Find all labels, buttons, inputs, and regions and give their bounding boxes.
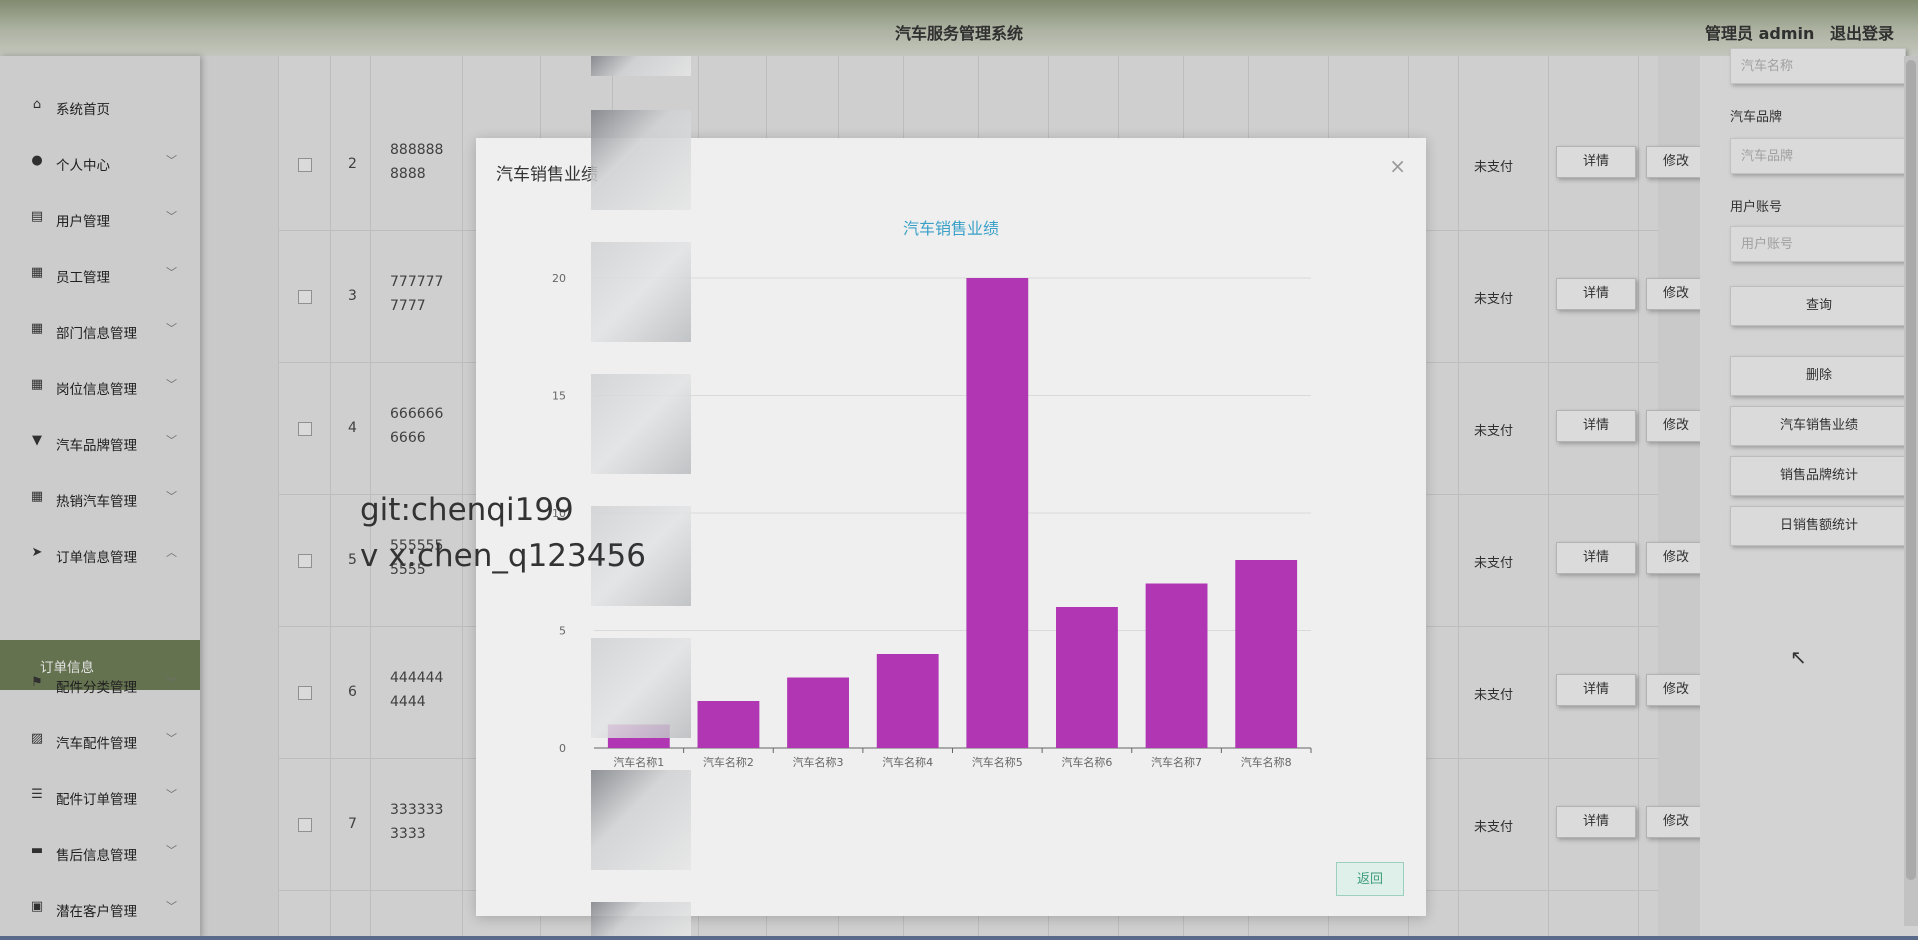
x-tick-label: 汽车名称5 — [972, 755, 1023, 769]
x-tick-label: 汽车名称3 — [793, 755, 844, 769]
car-thumbnail — [591, 374, 691, 474]
car-thumbnail — [591, 110, 691, 210]
close-icon[interactable]: × — [1389, 154, 1406, 178]
bar-2 — [697, 701, 760, 748]
watermark-line2: v x:chen_q123456 — [360, 538, 646, 574]
mouse-cursor-icon: ↖ — [1790, 645, 1807, 669]
y-tick-label: 5 — [559, 625, 566, 638]
dialog-title: 汽车销售业绩 — [496, 165, 598, 185]
bar-3 — [787, 677, 849, 748]
bar-5 — [966, 278, 1029, 748]
y-tick-label: 0 — [559, 742, 566, 755]
x-tick-label: 汽车名称4 — [882, 755, 933, 769]
back-button[interactable]: 返回 — [1336, 862, 1404, 896]
bar-6 — [1056, 607, 1118, 748]
y-tick-label: 15 — [552, 390, 566, 403]
x-tick-label: 汽车名称8 — [1241, 755, 1292, 769]
car-thumbnail — [591, 56, 691, 76]
x-tick-label: 汽车名称6 — [1061, 755, 1112, 769]
car-thumbnail — [591, 242, 691, 342]
watermark-line1: git:chenqi199 — [360, 492, 574, 528]
car-thumbnail — [591, 902, 691, 936]
y-tick-label: 20 — [552, 272, 566, 285]
car-thumbnail — [591, 770, 691, 870]
x-tick-label: 汽车名称7 — [1151, 755, 1202, 769]
bar-8 — [1235, 560, 1298, 748]
x-tick-label: 汽车名称2 — [703, 755, 754, 769]
x-tick-label: 汽车名称1 — [613, 755, 664, 769]
bar-4 — [876, 654, 939, 748]
taskbar — [0, 936, 1918, 940]
car-thumbnail — [591, 638, 691, 738]
bar-7 — [1145, 583, 1208, 748]
chart-title: 汽车销售业绩 — [903, 219, 999, 238]
